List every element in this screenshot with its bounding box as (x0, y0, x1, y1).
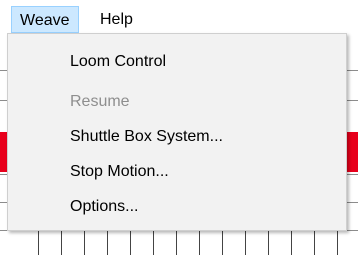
grid-tick (199, 230, 200, 255)
menu-item-loom-control[interactable]: Loom Control (8, 45, 346, 79)
grid-tick (268, 230, 269, 255)
grid-tick (222, 230, 223, 255)
grid-tick (153, 230, 154, 255)
menu-weave[interactable]: Weave (11, 6, 79, 33)
menu-item-resume: Resume (70, 93, 130, 110)
grid-tick (337, 230, 338, 255)
grid-tick (38, 230, 39, 255)
weave-dropdown-menu: Loom Control Resume Shuttle Box System..… (7, 33, 347, 231)
menu-item-stop-motion[interactable]: Stop Motion... (8, 155, 346, 189)
grid-tick (84, 230, 85, 255)
grid-tick (130, 230, 131, 255)
grid-tick (314, 230, 315, 255)
grid-tick (176, 230, 177, 255)
grid-tick (61, 230, 62, 255)
menu-help[interactable]: Help (92, 6, 141, 33)
menu-item-shuttle-box-system[interactable]: Shuttle Box System... (8, 120, 346, 154)
grid-tick (245, 230, 246, 255)
menu-item-options[interactable]: Options... (8, 190, 346, 224)
grid-tick (291, 230, 292, 255)
grid-tick (107, 230, 108, 255)
menu-bar: Weave Help (0, 0, 358, 34)
